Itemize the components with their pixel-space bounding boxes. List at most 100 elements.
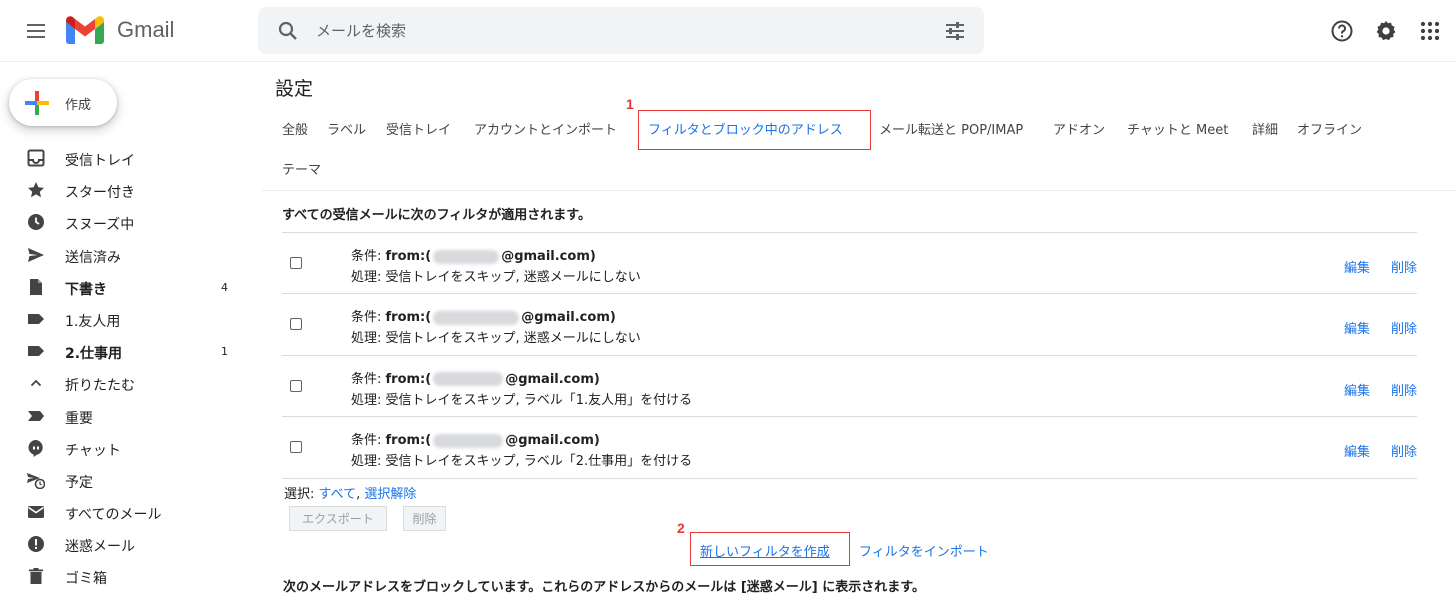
search-icon[interactable] <box>276 19 300 43</box>
sidebar-item-label-work[interactable]: 2.仕事用 1 <box>0 335 250 367</box>
filter-list: 条件: from:(@gmail.com) 処理: 受信トレイをスキップ, 迷惑… <box>282 232 1417 478</box>
clock-icon <box>28 214 44 231</box>
sidebar-item-spam[interactable]: 迷惑メール <box>0 528 250 560</box>
tab-themes[interactable]: テーマ <box>282 151 321 191</box>
compose-plus-icon <box>25 91 49 115</box>
chevron-up-icon <box>30 380 42 387</box>
tabs-divider <box>262 190 1456 191</box>
settings-gear-icon[interactable] <box>1374 19 1398 43</box>
filter-checkbox[interactable] <box>290 257 302 269</box>
trash-icon <box>29 568 43 585</box>
condition-domain: @gmail.com) <box>521 310 616 326</box>
mail-icon <box>28 506 44 519</box>
blocked-addresses-heading: 次のメールアドレスをブロックしています。これらのアドレスからのメールは [迷惑メ… <box>283 580 925 595</box>
top-bar: Gmail <box>0 0 1456 62</box>
tab-labels[interactable]: ラベル <box>327 111 366 151</box>
edit-filter-link[interactable]: 編集 <box>1344 380 1370 399</box>
condition-from: from:( <box>385 371 432 387</box>
condition-prefix: 条件: <box>351 249 386 264</box>
highlight-box-tab <box>638 110 871 150</box>
sidebar-item-inbox[interactable]: 受信トレイ <box>0 142 250 174</box>
delete-filter-link[interactable]: 削除 <box>1391 441 1417 460</box>
apps-grid-icon[interactable] <box>1420 21 1440 41</box>
step-number-1: 1 <box>626 96 634 112</box>
filter-checkbox[interactable] <box>290 441 302 454</box>
filter-checkbox[interactable] <box>290 379 302 392</box>
main-menu-icon[interactable] <box>24 19 48 43</box>
table-row: 条件: from:(@gmail.com) 処理: 受信トレイをスキップ, 迷惑… <box>282 293 1417 354</box>
delete-filter-link[interactable]: 削除 <box>1391 380 1417 399</box>
filter-action: 処理: 受信トレイをスキップ, 迷惑メールにしない <box>351 331 641 347</box>
edit-filter-link[interactable]: 編集 <box>1344 441 1370 460</box>
gmail-logo-icon[interactable] <box>66 16 104 44</box>
select-none-link[interactable]: 選択解除 <box>364 487 416 502</box>
sidebar-item-label: 下書き <box>65 281 107 298</box>
sidebar-item-sent[interactable]: 送信済み <box>0 239 250 271</box>
sidebar-item-collapse[interactable]: 折りたたむ <box>0 367 250 399</box>
sidebar-item-label: 折りたたむ <box>65 378 135 395</box>
compose-button[interactable]: 作成 <box>9 79 117 126</box>
filter-action: 処理: 受信トレイをスキップ, ラベル「2.仕事用」を付ける <box>351 454 693 470</box>
sidebar-item-all-mail[interactable]: すべてのメール <box>0 496 250 528</box>
delete-selected-button[interactable]: 削除 <box>403 506 446 531</box>
import-filter-link[interactable]: フィルタをインポート <box>859 541 989 560</box>
search-options-icon[interactable] <box>944 20 966 42</box>
tab-inbox[interactable]: 受信トレイ <box>386 111 451 151</box>
tab-general[interactable]: 全般 <box>282 111 308 151</box>
condition-prefix: 条件: <box>351 433 386 449</box>
important-icon <box>28 410 44 421</box>
send-icon <box>28 247 44 262</box>
draft-icon <box>30 278 42 295</box>
edit-filter-link[interactable]: 編集 <box>1344 318 1370 337</box>
export-button[interactable]: エクスポート <box>289 506 387 531</box>
delete-filter-link[interactable]: 削除 <box>1391 257 1417 276</box>
spam-icon <box>28 536 44 553</box>
delete-filter-link[interactable]: 削除 <box>1391 318 1417 337</box>
redacted-address <box>433 433 504 448</box>
tab-advanced[interactable]: 詳細 <box>1252 111 1278 151</box>
filter-action: 処理: 受信トレイをスキップ, ラベル「1.友人用」を付ける <box>351 392 693 408</box>
tab-addons[interactable]: アドオン <box>1053 111 1105 151</box>
sidebar-item-label: 2.仕事用 <box>65 346 123 363</box>
sidebar-item-important[interactable]: 重要 <box>0 400 250 432</box>
step-number-2: 2 <box>677 520 685 536</box>
redacted-address <box>433 249 500 264</box>
label-icon <box>28 346 44 357</box>
filter-action: 処理: 受信トレイをスキップ, 迷惑メールにしない <box>351 270 641 285</box>
create-filter-link[interactable]: 新しいフィルタを作成 <box>700 541 830 560</box>
page-title: 設定 <box>275 78 314 100</box>
filter-condition: 条件: from:(@gmail.com) <box>351 245 596 264</box>
filter-checkbox[interactable] <box>290 318 302 331</box>
sidebar-item-label-friends[interactable]: 1.友人用 <box>0 303 250 335</box>
sidebar-item-scheduled[interactable]: 予定 <box>0 464 250 496</box>
sidebar-item-drafts[interactable]: 下書き 4 <box>0 271 250 303</box>
sidebar-item-snoozed[interactable]: スヌーズ中 <box>0 206 250 238</box>
search-bar <box>258 7 984 54</box>
filter-condition: 条件: from:(@gmail.com) <box>351 306 616 325</box>
sidebar-item-label: 予定 <box>65 474 93 491</box>
sidebar-item-label: 重要 <box>65 410 93 427</box>
table-row: 条件: from:(@gmail.com) 処理: 受信トレイをスキップ, 迷惑… <box>282 232 1417 293</box>
tab-accounts-import[interactable]: アカウントとインポート <box>474 111 617 151</box>
sidebar-item-label: 受信トレイ <box>65 153 135 169</box>
sidebar-item-label: 送信済み <box>65 249 121 266</box>
sidebar-item-count: 1 <box>221 345 228 359</box>
help-icon[interactable] <box>1330 19 1354 43</box>
condition-from: from:( <box>385 310 432 326</box>
tab-forwarding-pop-imap[interactable]: メール転送と POP/IMAP <box>879 111 1023 151</box>
table-row: 条件: from:(@gmail.com) 処理: 受信トレイをスキップ, ラベ… <box>282 416 1417 477</box>
tab-offline[interactable]: オフライン <box>1297 111 1362 151</box>
sidebar-item-count: 4 <box>221 280 228 294</box>
filters-divider <box>282 478 1417 479</box>
condition-from: from:( <box>385 249 432 264</box>
sidebar-item-starred[interactable]: スター付き <box>0 174 250 206</box>
table-row: 条件: from:(@gmail.com) 処理: 受信トレイをスキップ, ラベ… <box>282 354 1417 416</box>
edit-filter-link[interactable]: 編集 <box>1344 257 1370 276</box>
sidebar-item-chat[interactable]: チャット <box>0 432 250 464</box>
redacted-address <box>433 310 520 325</box>
tab-chat-meet[interactable]: チャットと Meet <box>1127 111 1228 151</box>
sidebar-item-trash[interactable]: ゴミ箱 <box>0 560 250 592</box>
select-all-link[interactable]: すべて <box>319 487 357 502</box>
search-input[interactable] <box>316 16 916 46</box>
sidebar-nav: 受信トレイ スター付き スヌーズ中 送信済み 下書き 4 1.友人用 2.仕事用… <box>0 142 250 593</box>
